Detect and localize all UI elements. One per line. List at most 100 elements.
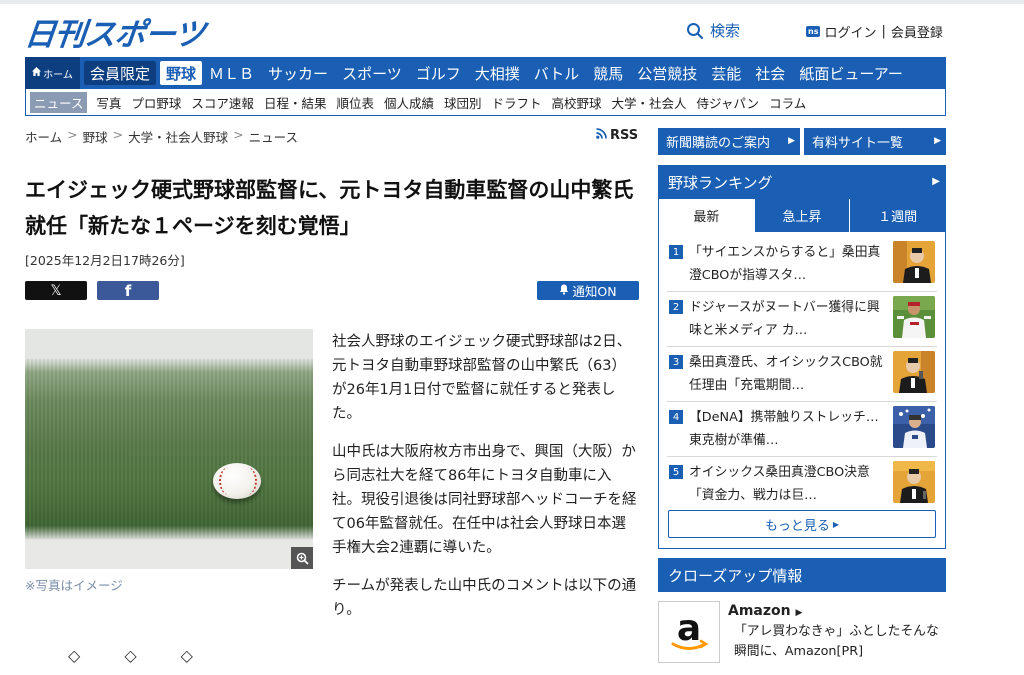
ranking-thumbnail xyxy=(893,406,935,448)
paid-sites-button[interactable]: 有料サイト一覧 ▶ xyxy=(804,128,946,155)
ranking-item[interactable]: 2 ドジャースがヌートバー獲得に興味と米メディア カ… xyxy=(667,296,937,344)
more-label: もっと見る xyxy=(764,518,830,534)
bell-icon xyxy=(559,283,569,298)
ranking-thumbnail xyxy=(893,296,935,338)
ranking-headline: ドジャースがヌートバー獲得に興味と米メディア カ… xyxy=(689,300,880,338)
tab-weekly[interactable]: １週間 xyxy=(849,199,946,232)
top-border xyxy=(0,0,1024,4)
ranking-item[interactable]: 5 オイシックス桑田真澄CBO決意「資金力、戦力は巨… xyxy=(667,461,937,509)
ranking-panel: 最新 急上昇 １週間 1 「サイエンスからすると」桑田真澄CBOが指導スタ… 2… xyxy=(658,199,946,549)
subnav-news[interactable]: ニュース xyxy=(30,91,88,113)
breadcrumb-news[interactable]: ニュース xyxy=(249,127,298,146)
share-facebook-button[interactable]: f xyxy=(97,281,159,300)
subnav-standings[interactable]: 順位表 xyxy=(331,93,379,112)
ranking-headline: 桑田真澄氏、オイシックスCBO就任理由「充電期間… xyxy=(689,355,883,393)
diamond-icon: ◇ xyxy=(68,646,81,665)
nav-members-only[interactable]: 会員限定 xyxy=(84,61,157,85)
ranking-divider xyxy=(667,401,937,402)
nav-soccer[interactable]: サッカー xyxy=(261,57,335,89)
amazon-description[interactable]: 「アレ買わなきゃ」ふとしたそんな瞬間に、Amazon[PR] xyxy=(734,622,948,662)
notify-label: 通知ON xyxy=(572,284,617,299)
amazon-logo[interactable]: a xyxy=(658,601,720,663)
triangle-right-icon: ▶ xyxy=(788,136,795,146)
ranking-thumbnail xyxy=(893,461,935,503)
x-icon: 𝕏 xyxy=(50,282,62,299)
breadcrumb-sep: > xyxy=(67,127,78,142)
subnav-live-score[interactable]: スコア速報 xyxy=(186,93,259,112)
subscribe-button[interactable]: 新聞購読のご案内 ▶ xyxy=(658,128,800,155)
main-nav: ホーム 会員限定 野球 ＭＬＢ サッカー スポーツ ゴルフ 大相撲 バトル 競馬… xyxy=(25,57,946,89)
nav-home[interactable]: ホーム xyxy=(25,57,80,89)
ranking-item[interactable]: 4 【DeNA】携帯触りストレッチ…東克樹が準備… xyxy=(667,406,937,454)
notify-button[interactable]: 通知ON xyxy=(537,281,639,300)
subnav-schedule[interactable]: 日程・結果 xyxy=(259,93,332,112)
account-links: ns ログイン | 会員登録 xyxy=(806,22,943,41)
nav-sports[interactable]: スポーツ xyxy=(335,57,409,89)
rank-number: 2 xyxy=(669,300,683,314)
rss-label: RSS xyxy=(610,128,639,143)
subnav-teams[interactable]: 球団別 xyxy=(439,93,487,112)
article-paragraph: チームが発表した山中氏のコメントは以下の通り。 xyxy=(332,578,637,618)
breadcrumb-baseball[interactable]: 野球 xyxy=(83,127,108,146)
ranking-tabs: 最新 急上昇 １週間 xyxy=(659,199,946,232)
login-link[interactable]: ログイン xyxy=(824,22,876,41)
more-button[interactable]: もっと見る ▶ xyxy=(668,510,936,538)
ranking-item[interactable]: 1 「サイエンスからすると」桑田真澄CBOが指導スタ… xyxy=(667,241,937,289)
article-title: エイジェック硬式野球部監督に、元トヨタ自動車監督の山中繁氏就任「新たな１ページを… xyxy=(25,178,634,238)
triangle-right-icon: ▶ xyxy=(932,176,940,187)
rank-number: 5 xyxy=(669,465,683,479)
subnav-photo[interactable]: 写真 xyxy=(91,93,126,112)
nav-baseball[interactable]: 野球 xyxy=(160,61,203,85)
rank-number: 3 xyxy=(669,355,683,369)
subnav-high-school[interactable]: 高校野球 xyxy=(547,93,607,112)
search-icon xyxy=(686,22,704,40)
subnav-college-amateur[interactable]: 大学・社会人 xyxy=(607,93,692,112)
amazon-title[interactable]: Amazon ▶ xyxy=(728,603,802,619)
breadcrumb: ホーム > 野球 > 大学・社会人野球 > ニュース xyxy=(25,127,298,146)
zoom-icon[interactable] xyxy=(291,547,313,569)
article-body: 社会人野球のエイジェック硬式野球部は2日、元トヨタ自動車野球部監督の山中繁氏（6… xyxy=(332,330,640,636)
nav-society[interactable]: 社会 xyxy=(748,57,792,89)
search-button[interactable]: 検索 xyxy=(686,20,740,41)
ranking-headline: 「サイエンスからすると」桑田真澄CBOが指導スタ… xyxy=(689,245,881,283)
tab-trending[interactable]: 急上昇 xyxy=(753,199,850,232)
breadcrumb-home[interactable]: ホーム xyxy=(25,127,62,146)
triangle-right-icon: ▶ xyxy=(832,519,840,529)
breadcrumb-college-amateur[interactable]: 大学・社会人野球 xyxy=(128,127,228,146)
nav-entertainment[interactable]: 芸能 xyxy=(704,57,748,89)
nav-paper-viewer[interactable]: 紙面ビューアー xyxy=(792,57,910,89)
logo-text: 日刊スポーツ xyxy=(22,16,206,53)
tab-latest[interactable]: 最新 xyxy=(659,199,754,232)
ranking-divider xyxy=(667,291,937,292)
subnav-stats[interactable]: 個人成績 xyxy=(379,93,439,112)
subnav-column[interactable]: コラム xyxy=(764,93,811,112)
nav-public-racing[interactable]: 公営競技 xyxy=(630,57,704,89)
rss-link[interactable]: RSS xyxy=(596,128,638,143)
photo-caption: ※写真はイメージ xyxy=(25,578,123,593)
subnav-draft[interactable]: ドラフト xyxy=(487,93,547,112)
subscribe-label: 新聞購読のご案内 xyxy=(666,136,771,151)
article-paragraph: 社会人野球のエイジェック硬式野球部は2日、元トヨタ自動車野球部監督の山中繁氏（6… xyxy=(332,334,632,422)
ranking-header[interactable]: 野球ランキング ▶ xyxy=(658,165,946,199)
nav-sumo[interactable]: 大相撲 xyxy=(468,57,527,89)
subnav-samurai-japan[interactable]: 侍ジャパン xyxy=(692,93,765,112)
subnav-pro-baseball[interactable]: プロ野球 xyxy=(126,93,186,112)
nav-mlb[interactable]: ＭＬＢ xyxy=(202,57,261,89)
register-link[interactable]: 会員登録 xyxy=(891,22,943,41)
svg-text:a: a xyxy=(677,608,701,649)
ranking-thumbnail xyxy=(893,241,935,283)
rss-icon xyxy=(596,128,607,143)
site-logo[interactable]: 日刊スポーツ xyxy=(23,12,206,53)
closeup-title: クローズアップ情報 xyxy=(668,566,803,585)
diamond-icon: ◇ xyxy=(180,646,193,665)
ranking-divider xyxy=(667,456,937,457)
nav-keiba[interactable]: 競馬 xyxy=(586,57,630,89)
article-photo[interactable] xyxy=(25,329,313,569)
closeup-header: クローズアップ情報 xyxy=(658,558,946,592)
nav-golf[interactable]: ゴルフ xyxy=(409,57,468,89)
nav-battle[interactable]: バトル xyxy=(527,57,586,89)
breadcrumb-sep: > xyxy=(112,127,124,142)
share-x-button[interactable]: 𝕏 xyxy=(25,281,87,300)
ranking-item[interactable]: 3 桑田真澄氏、オイシックスCBO就任理由「充電期間… xyxy=(667,351,937,399)
triangle-right-icon: ▶ xyxy=(934,136,941,146)
